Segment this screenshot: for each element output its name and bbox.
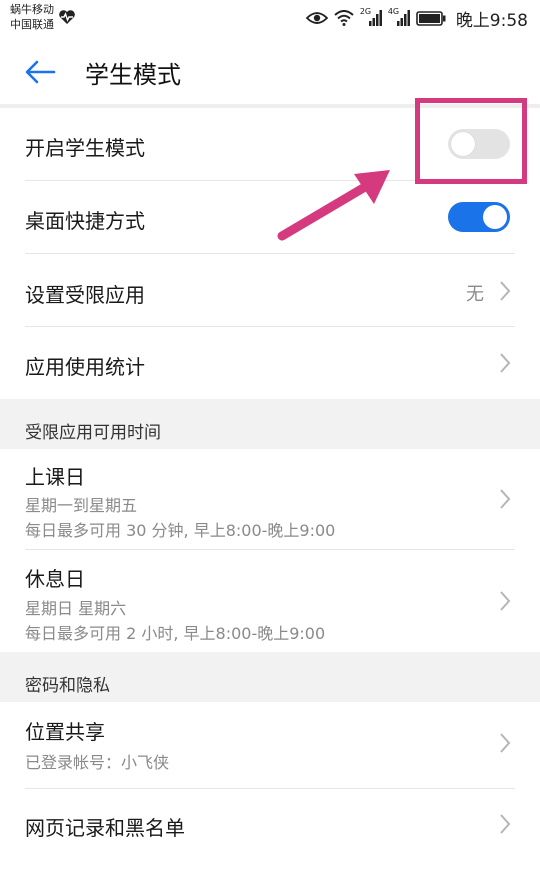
chevron-right-icon [500, 281, 511, 301]
chevron-right-icon [500, 591, 511, 611]
chevron-right-icon [500, 733, 511, 753]
carrier-name-1: 蜗牛移动 [10, 3, 54, 16]
status-icons: 2G 4G 晚上9:58 [305, 7, 528, 31]
location-sharing-account: 已登录帐号：小飞侠 [25, 753, 170, 772]
section-header-password-privacy: 密码和隐私 [0, 652, 540, 702]
annotation-arrow-icon [277, 170, 390, 241]
eye-comfort-icon [305, 12, 328, 24]
carrier-info: 蜗牛移动 中国联通 [10, 2, 54, 32]
chevron-right-icon [500, 353, 511, 373]
rest-day-label: 休息日 [25, 567, 85, 591]
restricted-apps-label: 设置受限应用 [25, 283, 145, 307]
row-rest-day[interactable]: 休息日 星期日 星期六 每日最多可用 2 小时, 早上8:00-晚上9:00 [0, 550, 540, 652]
chevron-right-icon [500, 814, 511, 834]
desktop-shortcut-toggle[interactable] [448, 202, 510, 232]
section-title: 受限应用可用时间 [25, 423, 161, 443]
back-arrow-icon[interactable] [22, 54, 58, 90]
location-sharing-label: 位置共享 [25, 720, 105, 744]
section-title: 密码和隐私 [25, 676, 110, 696]
wifi-icon [334, 10, 354, 26]
toggle-knob [483, 205, 507, 229]
desktop-shortcut-label: 桌面快捷方式 [25, 209, 145, 233]
signal-bars-icon [368, 10, 382, 26]
row-school-day[interactable]: 上课日 星期一到星期五 每日最多可用 30 分钟, 早上8:00-晚上9:00 [0, 449, 540, 550]
section-header-available-time: 受限应用可用时间 [0, 399, 540, 449]
clock-time: 晚上9:58 [455, 10, 528, 31]
student-mode-label: 开启学生模式 [25, 136, 145, 160]
annotation-highlight-box [415, 98, 527, 184]
carrier-name-2: 中国联通 [10, 18, 54, 31]
restricted-apps-value: 无 [466, 284, 484, 305]
rest-day-days: 星期日 星期六 [25, 599, 127, 618]
battery-icon [416, 10, 446, 26]
row-app-usage-stats[interactable]: 应用使用统计 [0, 327, 540, 399]
school-day-limit: 每日最多可用 30 分钟, 早上8:00-晚上9:00 [25, 521, 336, 540]
signal-2g: 2G [360, 7, 382, 27]
chevron-right-icon [500, 489, 511, 509]
rest-day-limit: 每日最多可用 2 小时, 早上8:00-晚上9:00 [25, 624, 326, 643]
title-bar: 学生模式 [0, 38, 540, 106]
signal-bars-icon [396, 10, 410, 26]
page-title: 学生模式 [85, 61, 181, 89]
school-day-days: 星期一到星期五 [25, 496, 138, 515]
row-restricted-apps[interactable]: 设置受限应用 无 [0, 254, 540, 327]
app-usage-stats-label: 应用使用统计 [25, 355, 145, 379]
signal-4g: 4G [388, 7, 410, 27]
row-location-sharing[interactable]: 位置共享 已登录帐号：小飞侠 [0, 702, 540, 789]
web-history-label: 网页记录和黑名单 [25, 816, 185, 840]
heart-rate-icon [59, 10, 75, 24]
status-bar: 蜗牛移动 中国联通 2G 4G 晚上9:58 [0, 0, 540, 38]
row-web-history[interactable]: 网页记录和黑名单 [0, 789, 540, 861]
school-day-label: 上课日 [25, 465, 85, 489]
